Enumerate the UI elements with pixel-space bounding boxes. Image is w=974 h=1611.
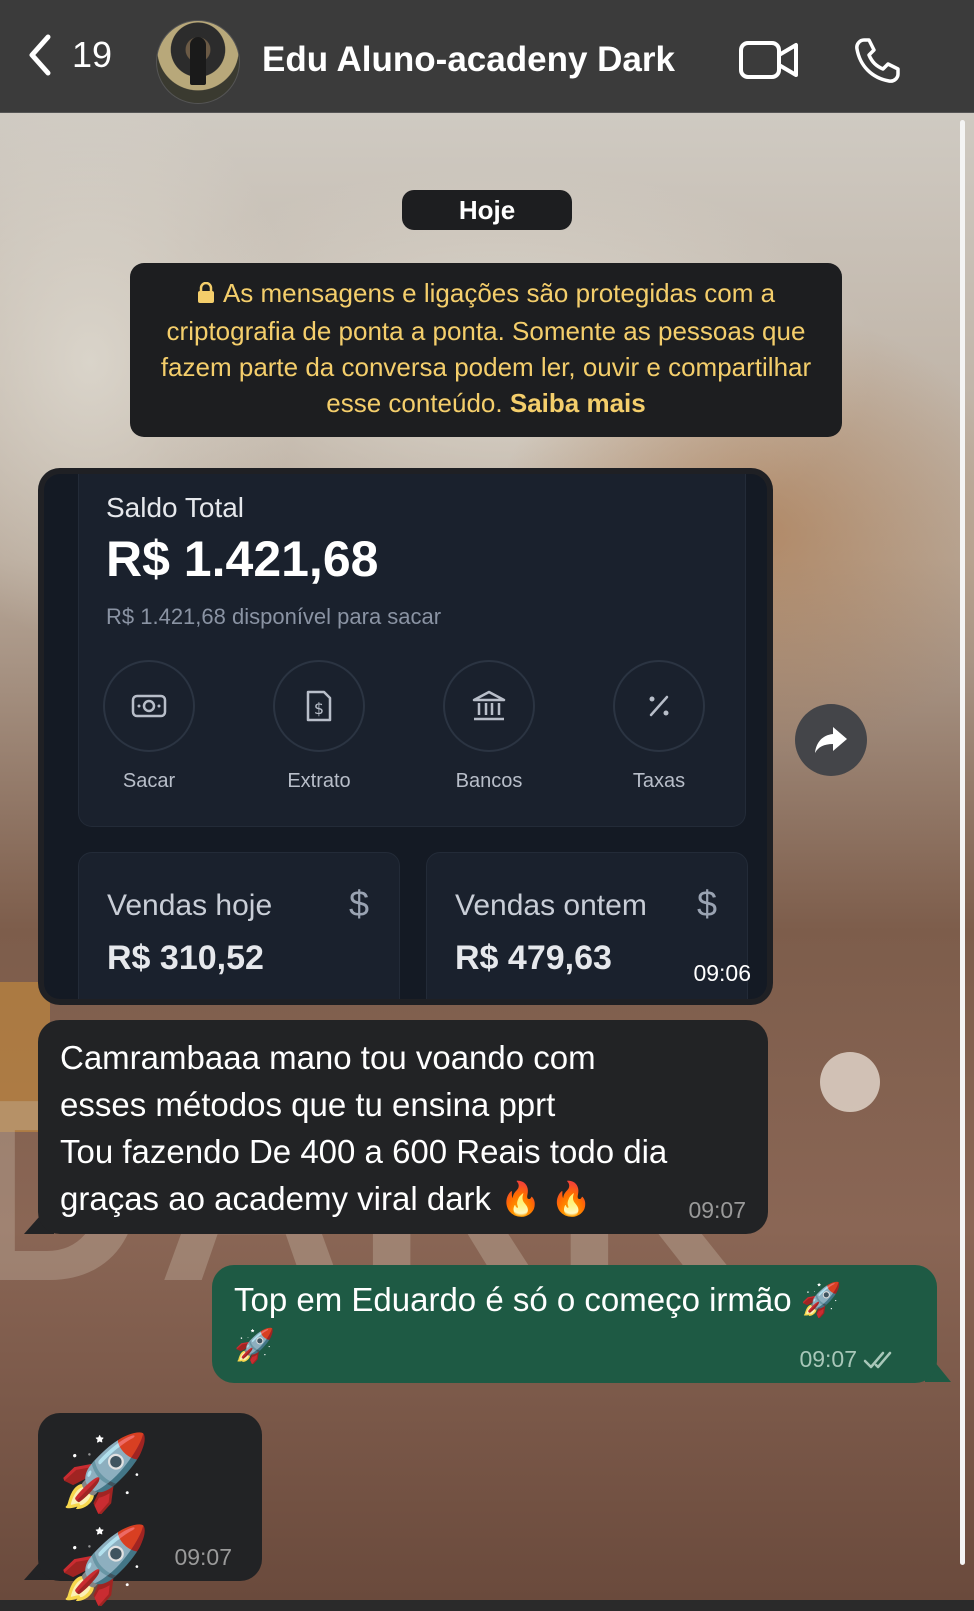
date-separator: Hoje <box>402 190 572 230</box>
cash-icon <box>103 660 195 752</box>
percent-icon <box>613 660 705 752</box>
contact-name[interactable]: Edu Aluno-acadeny Dark <box>262 40 675 80</box>
action-sacar: Sacar <box>84 660 214 793</box>
forward-arrow-icon <box>815 727 847 753</box>
action-label: Bancos <box>455 770 523 792</box>
dollar-icon: $ <box>696 883 717 924</box>
action-label: Extrato <box>287 770 351 792</box>
dashboard-screenshot: Saldo Total R$ 1.421,68 R$ 1.421,68 disp… <box>44 474 767 999</box>
action-label: Sacar <box>122 770 176 792</box>
incoming-message[interactable]: Camrambaaa mano tou voando com esses mét… <box>38 1020 768 1234</box>
dollar-icon: $ <box>348 883 369 924</box>
encryption-notice[interactable]: As mensagens e ligações são protegidas c… <box>130 263 842 437</box>
back-button[interactable]: 19 <box>24 30 112 80</box>
lock-icon <box>197 277 215 313</box>
balance-value: R$ 1.421,68 <box>106 531 379 587</box>
image-message[interactable]: Saldo Total R$ 1.421,68 R$ 1.421,68 disp… <box>38 468 773 1005</box>
action-extrato: $ Extrato <box>254 660 384 793</box>
avatar[interactable] <box>156 20 240 104</box>
balance-available: R$ 1.421,68 disponível para sacar <box>106 604 442 629</box>
bank-icon <box>443 660 535 752</box>
action-label: Taxas <box>632 770 686 792</box>
incoming-emoji-message[interactable]: 🚀 🚀 09:07 <box>38 1413 262 1606</box>
action-bancos: Bancos <box>424 660 554 793</box>
action-taxas: Taxas <box>594 660 724 793</box>
forward-button[interactable] <box>795 704 867 776</box>
message-text: Camrambaaa mano tou voando com esses mét… <box>60 1039 668 1217</box>
phone-icon <box>855 38 900 83</box>
message-time: 09:06 <box>693 960 751 986</box>
encryption-text: As mensagens e ligações são protegidas c… <box>160 278 812 418</box>
chevron-left-icon <box>29 34 51 76</box>
sales-today-value: R$ 310,52 <box>107 939 264 977</box>
scrollbar[interactable] <box>960 120 965 1565</box>
sales-yesterday-label: Vendas ontem <box>455 889 647 922</box>
unread-count: 19 <box>72 34 113 75</box>
sales-yesterday-value: R$ 479,63 <box>455 939 612 977</box>
statement-icon: $ <box>273 660 365 752</box>
learn-more-link[interactable]: Saiba mais <box>510 388 646 418</box>
voice-call-button[interactable] <box>852 36 902 91</box>
svg-text:$: $ <box>314 699 324 718</box>
message-status: 09:07 <box>799 1346 897 1373</box>
sales-today-label: Vendas hoje <box>107 889 273 922</box>
message-text: 🚀 🚀 <box>58 1431 159 1606</box>
double-check-icon <box>863 1351 892 1368</box>
video-call-button[interactable] <box>738 38 800 87</box>
wallpaper-shape <box>820 1052 880 1112</box>
message-time: 09:07 <box>799 1346 857 1372</box>
message-time: 09:07 <box>688 1197 746 1223</box>
message-time: 09:07 <box>174 1544 232 1570</box>
balance-title: Saldo Total <box>106 492 245 523</box>
video-camera-icon <box>739 41 798 79</box>
chat-header: 19 Edu Aluno-acadeny Dark <box>0 0 974 113</box>
sales-today-card: Vendas hoje $ R$ 310,52 <box>78 852 400 999</box>
outgoing-message[interactable]: Top em Eduardo é só o começo irmão 🚀 🚀 0… <box>212 1265 937 1383</box>
